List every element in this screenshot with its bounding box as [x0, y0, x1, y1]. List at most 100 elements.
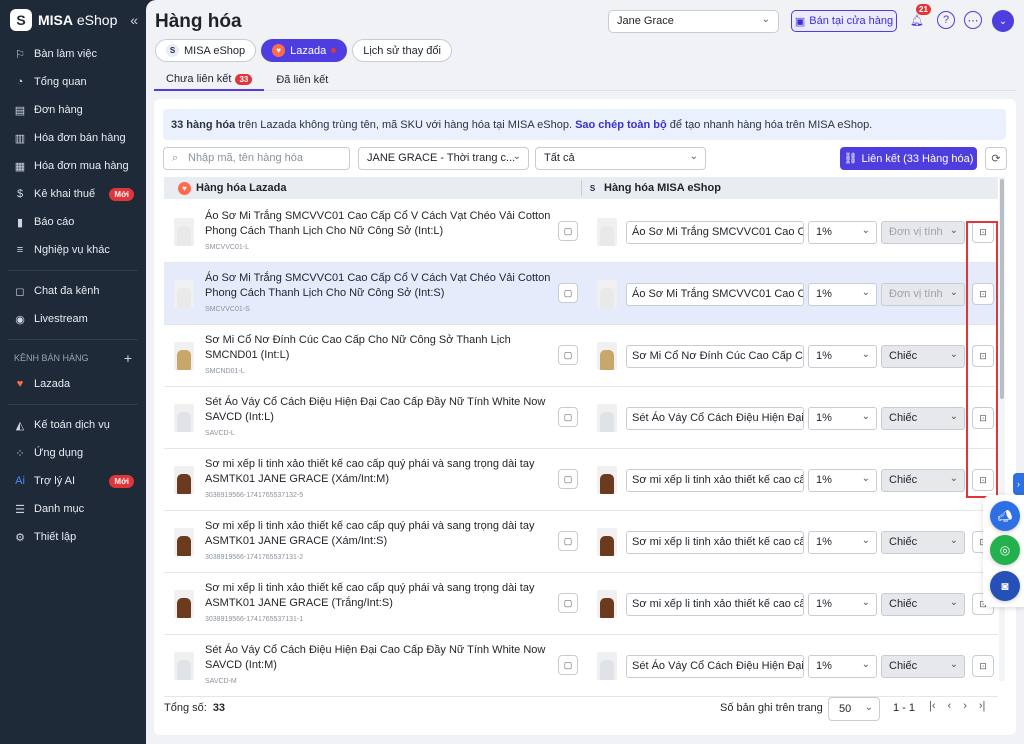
expand-side-panel-button[interactable]: › — [1013, 473, 1024, 495]
per-page-select[interactable]: 50 ⌄ — [828, 697, 880, 721]
logo[interactable]: S MISA eShop — [0, 0, 146, 40]
megaphone-icon[interactable]: 📣︎ — [990, 501, 1020, 531]
copy-product-button[interactable]: ▢ — [558, 655, 578, 675]
sidebar-item[interactable]: ◔ Tổng quan — [0, 68, 146, 96]
unit-select[interactable]: Chiếc ⌄ — [881, 345, 965, 368]
logo-brand: MISA — [38, 12, 73, 28]
tax-rate-select[interactable]: 1% ⌄ — [808, 655, 877, 678]
unit-select[interactable]: Đơn vị tính ⌄ — [881, 221, 965, 244]
misa-product-name-input[interactable]: Sơ Mi Cổ Nơ Đính Cúc Cao Cấp Cho N — [626, 345, 804, 368]
add-channel-button[interactable]: + — [124, 350, 132, 366]
unit-select[interactable]: Chiếc ⌄ — [881, 655, 965, 678]
sidebar-item-label: Bàn làm việc — [34, 48, 97, 60]
sidebar-item[interactable]: ◭ Kế toán dịch vụ — [0, 411, 146, 439]
tax-rate-select[interactable]: 1% ⌄ — [808, 221, 877, 244]
tab-lazada[interactable]: ♥ Lazada — [261, 39, 348, 62]
chat-support-icon[interactable]: ◎ — [990, 535, 1020, 565]
tax-rate-value: 1% — [816, 288, 832, 300]
tax-rate-select[interactable]: 1% ⌄ — [808, 407, 877, 430]
unit-select[interactable]: Chiếc ⌄ — [881, 531, 965, 554]
prev-page-button[interactable]: ‹ — [948, 700, 952, 712]
next-page-button[interactable]: › — [963, 700, 967, 712]
sidebar-item[interactable]: ☰ Danh mục — [0, 495, 146, 523]
search-input[interactable]: ⌕ Nhập mã, tên hàng hóa — [163, 147, 350, 170]
chevron-down-icon: ⌄ — [949, 473, 958, 484]
shop-select[interactable]: JANE GRACE - Thời trang c... ⌄ — [358, 147, 529, 170]
sidebar-item[interactable]: ▦ Hóa đơn mua hàng — [0, 152, 146, 180]
table-row[interactable]: Sơ mi xếp li tinh xảo thiết kế cao cấp q… — [164, 511, 998, 573]
copy-product-button[interactable]: ▢ — [558, 345, 578, 365]
table-row[interactable]: Áo Sơ Mi Trắng SMCVVC01 Cao Cấp Cổ V Các… — [164, 263, 998, 325]
sidebar-item-label: Hóa đơn bán hàng — [34, 132, 126, 144]
link-products-button[interactable]: ⛓︎ Liên kết (33 Hàng hóa) — [840, 147, 977, 170]
sidebar-item[interactable]: ▮ Báo cáo — [0, 208, 146, 236]
sidebar-item[interactable]: ⁘ Ứng dụng — [0, 439, 146, 467]
tab-unlinked[interactable]: Chưa liên kết 33 — [154, 69, 265, 91]
sidebar-item[interactable]: ▤ Đơn hàng — [0, 96, 146, 124]
misa-product-name-input[interactable]: Sơ mi xếp li tinh xảo thiết kế cao cấp c — [626, 469, 804, 492]
sell-at-store-button[interactable]: ▣ Bán tại cửa hàng — [791, 10, 897, 32]
unit-select[interactable]: Chiếc ⌄ — [881, 407, 965, 430]
sidebar-item[interactable]: ≡ Nghiệp vụ khác — [0, 236, 146, 264]
unit-select[interactable]: Chiếc ⌄ — [881, 469, 965, 492]
copy-product-button[interactable]: ▢ — [558, 221, 578, 241]
tax-rate-select[interactable]: 1% ⌄ — [808, 345, 877, 368]
bot-icon[interactable]: ◙ — [990, 571, 1020, 601]
table-row[interactable]: Sơ Mi Cổ Nơ Đính Cúc Cao Cấp Cho Nữ Công… — [164, 325, 998, 387]
copy-all-link[interactable]: Sao chép toàn bộ — [575, 119, 667, 131]
lazada-product-name: Sơ mi xếp li tinh xảo thiết kế cao cấp q… — [205, 520, 535, 547]
last-page-button[interactable]: ›| — [979, 700, 986, 712]
copy-product-button[interactable]: ▢ — [558, 531, 578, 551]
lazada-icon: ♥ — [16, 378, 24, 390]
tax-rate-select[interactable]: 1% ⌄ — [808, 469, 877, 492]
tax-rate-select[interactable]: 1% ⌄ — [808, 283, 877, 306]
misa-product-name-input[interactable]: Áo Sơ Mi Trắng SMCVVC01 Cao Cấp C — [626, 283, 804, 306]
misa-product-name-input[interactable]: Sơ mi xếp li tinh xảo thiết kế cao cấp c — [626, 531, 804, 554]
tax-rate-select[interactable]: 1% ⌄ — [808, 593, 877, 616]
sidebar-item[interactable]: ◻ Chat đa kênh — [0, 277, 146, 305]
status-select[interactable]: Tất cả ⌄ — [535, 147, 706, 170]
nav-icon: Ai — [15, 475, 25, 487]
copy-product-button[interactable]: ▢ — [558, 407, 578, 427]
avatar-menu-button[interactable]: ⌄ — [992, 10, 1014, 32]
misa-product-name-input[interactable]: Sơ mi xếp li tinh xảo thiết kế cao cấp c — [626, 593, 804, 616]
misa-product-name-input[interactable]: Áo Sơ Mi Trắng SMCVVC01 Cao Cấp C — [626, 221, 804, 244]
collapse-sidebar-button[interactable]: « — [130, 12, 138, 28]
chevron-down-icon: ⌄ — [949, 535, 958, 546]
refresh-button[interactable]: ⟳ — [985, 147, 1007, 170]
table-row[interactable]: Sơ mi xếp li tinh xảo thiết kế cao cấp q… — [164, 573, 998, 635]
sidebar-item[interactable]: ▥ Hóa đơn bán hàng — [0, 124, 146, 152]
help-icon[interactable]: ? — [937, 11, 955, 29]
copy-product-button[interactable]: ▢ — [558, 469, 578, 489]
sidebar-item[interactable]: Ai Trợ lý AI Mới — [0, 467, 146, 495]
misa-product-name-input[interactable]: Sét Áo Váy Cổ Cách Điệu Hiện Đại Cao — [626, 655, 804, 678]
more-icon[interactable]: ⋯ — [964, 11, 982, 29]
sidebar-item-lazada[interactable]: ♥ Lazada — [0, 370, 146, 398]
copy-product-button[interactable]: ▢ — [558, 283, 578, 303]
tax-rate-select[interactable]: 1% ⌄ — [808, 531, 877, 554]
table-row[interactable]: Sét Áo Váy Cổ Cách Điệu Hiện Đại Cao Cấp… — [164, 635, 998, 697]
total-value: 33 — [212, 702, 226, 714]
unit-select[interactable]: Đơn vị tính ⌄ — [881, 283, 965, 306]
copy-product-button[interactable]: ▢ — [558, 593, 578, 613]
unit-select[interactable]: Chiếc ⌄ — [881, 593, 965, 616]
row-action-button[interactable]: ⊡ — [972, 655, 994, 677]
scrollbar-thumb[interactable] — [1000, 179, 1004, 399]
sidebar-item[interactable]: ⚐ Bàn làm việc — [0, 40, 146, 68]
sidebar-item[interactable]: $ Kê khai thuế Mới — [0, 180, 146, 208]
table-row[interactable]: Sét Áo Váy Cổ Cách Điệu Hiện Đại Cao Cấp… — [164, 387, 998, 449]
chevron-down-icon: ⌄ — [864, 702, 873, 713]
table-row[interactable]: Áo Sơ Mi Trắng SMCVVC01 Cao Cấp Cổ V Các… — [164, 201, 998, 263]
count-badge: 33 — [235, 73, 253, 85]
sidebar-item[interactable]: ⚙ Thiết lập — [0, 523, 146, 551]
product-thumbnail — [597, 528, 617, 556]
table-row[interactable]: Sơ mi xếp li tinh xảo thiết kế cao cấp q… — [164, 449, 998, 511]
misa-product-name-input[interactable]: Sét Áo Váy Cổ Cách Điệu Hiện Đại Cao — [626, 407, 804, 430]
tab-change-history[interactable]: Lịch sử thay đổi — [352, 39, 452, 62]
user-select[interactable]: Jane Grace ⌄ — [608, 10, 779, 33]
product-thumbnail — [174, 218, 194, 246]
first-page-button[interactable]: |‹ — [929, 700, 936, 712]
sidebar-item[interactable]: ◉ Livestream — [0, 305, 146, 333]
tab-linked[interactable]: Đã liên kết — [264, 69, 340, 91]
tab-misa-eshop[interactable]: S MISA eShop — [155, 39, 257, 62]
